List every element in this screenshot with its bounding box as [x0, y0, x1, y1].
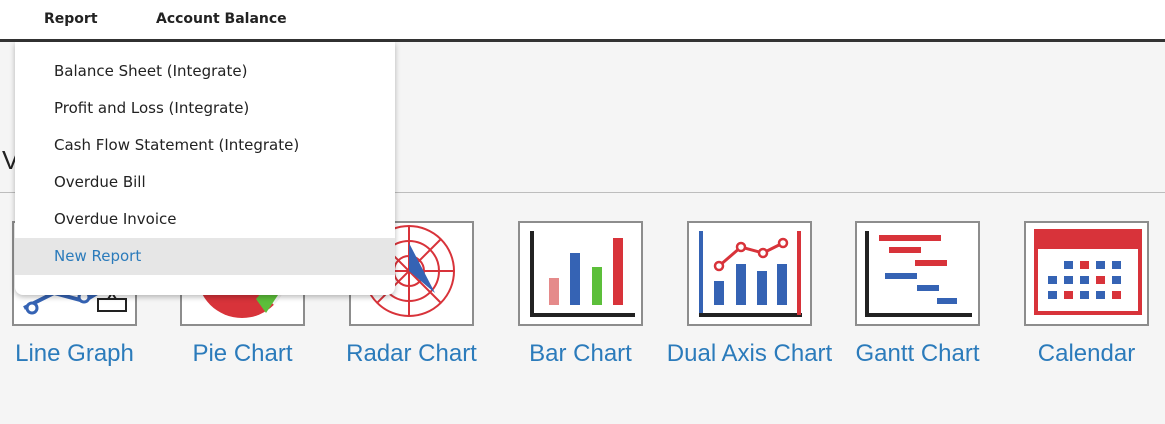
calendar-icon: [1024, 221, 1149, 326]
menu-account-balance[interactable]: Account Balance: [156, 11, 287, 27]
tile-label: Bar Chart: [529, 340, 632, 367]
menu-item-cash-flow[interactable]: Cash Flow Statement (Integrate): [15, 127, 395, 164]
tile-label: Radar Chart: [346, 340, 477, 367]
menu-item-new-report[interactable]: New Report: [15, 238, 395, 275]
gantt-chart-icon: [855, 221, 980, 326]
tile-dual-axis-chart[interactable]: Dual Axis Chart: [667, 221, 832, 371]
tile-bar-chart[interactable]: Bar Chart: [518, 221, 643, 371]
tile-calendar[interactable]: Calendar: [1024, 221, 1149, 371]
tile-label: Gantt Chart: [855, 340, 980, 367]
menu-item-overdue-invoice[interactable]: Overdue Invoice: [15, 201, 395, 238]
menu-item-balance-sheet[interactable]: Balance Sheet (Integrate): [15, 53, 395, 90]
tile-label: Dual Axis Chart: [666, 340, 833, 367]
top-menu-bar: Report Account Balance: [0, 0, 1165, 42]
tile-label: Pie Chart: [192, 340, 293, 367]
report-dropdown-menu: Balance Sheet (Integrate) Profit and Los…: [15, 42, 395, 295]
tile-label: Line Graph: [15, 340, 134, 367]
menu-item-overdue-bill[interactable]: Overdue Bill: [15, 164, 395, 201]
tile-gantt-chart[interactable]: Gantt Chart: [855, 221, 980, 371]
bar-chart-icon: [518, 221, 643, 326]
tile-label: Calendar: [1037, 340, 1136, 367]
dual-axis-chart-icon: [687, 221, 812, 326]
menu-report[interactable]: Report: [44, 11, 98, 27]
menu-item-profit-loss[interactable]: Profit and Loss (Integrate): [15, 90, 395, 127]
